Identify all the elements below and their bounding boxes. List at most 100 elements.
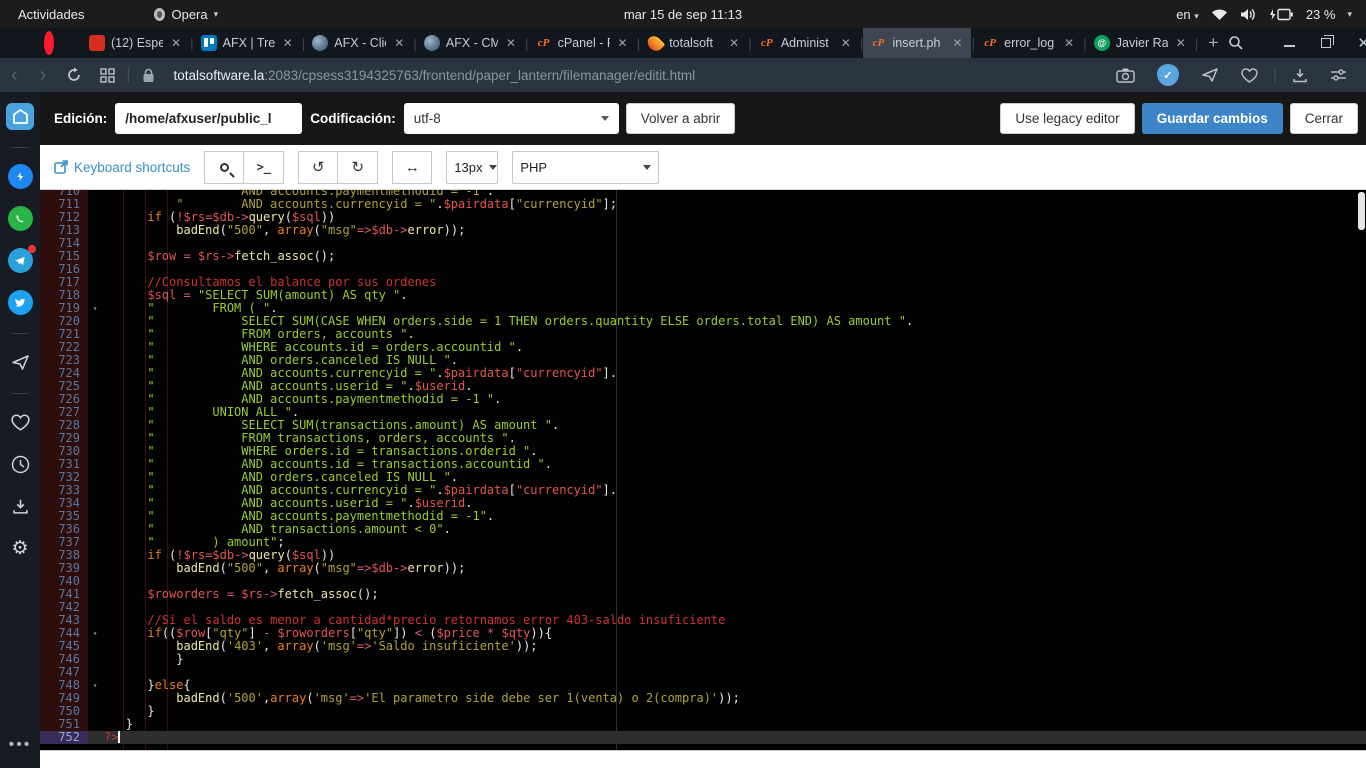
tab-close-icon[interactable]: ✕ — [839, 36, 853, 50]
keyboard-shortcuts-link[interactable]: Keyboard shortcuts — [54, 160, 190, 175]
close-button[interactable]: Cerrar — [1290, 103, 1358, 134]
line-number: 752 — [40, 731, 88, 744]
reopen-button[interactable]: Volver a abrir — [626, 103, 736, 134]
volume-icon[interactable] — [1240, 8, 1256, 21]
opera-logo-icon[interactable] — [44, 31, 54, 55]
address-bar: ‹ › | totalsoftware.la:2083/cpsess319432… — [0, 58, 1366, 92]
downloads-icon[interactable] — [1283, 68, 1317, 83]
browser-tab[interactable]: Javier Ra✕ — [1087, 28, 1195, 58]
code-line[interactable]: 749 badEnd('500',array('msg'=>'El parame… — [40, 692, 1366, 705]
system-menu-caret-icon[interactable]: ▾ — [1347, 9, 1352, 20]
system-clock[interactable]: mar 15 de sep 11:13 — [0, 7, 1366, 22]
legacy-editor-button[interactable]: Use legacy editor — [1000, 103, 1134, 134]
sidebar-messenger-icon[interactable] — [6, 163, 34, 190]
browser-tab[interactable]: AFX - CM✕ — [417, 28, 525, 58]
code-line[interactable]: 715 $row = $rs->fetch_assoc(); — [40, 250, 1366, 263]
opera-sidebar: ⚙ ••• — [0, 92, 40, 768]
tab-close-icon[interactable]: ✕ — [950, 36, 964, 50]
url-text[interactable]: totalsoftware.la:2083/cpsess3194325763/f… — [174, 68, 696, 83]
sidebar-more-dots-icon[interactable]: ••• — [6, 731, 34, 758]
code-line[interactable]: 751 } — [40, 718, 1366, 731]
tab-close-icon[interactable]: ✕ — [169, 36, 183, 50]
syntax-mode-select[interactable]: PHP — [512, 151, 659, 184]
window-close-button[interactable]: ✕ — [1357, 34, 1366, 52]
tab-close-icon[interactable]: ✕ — [616, 36, 630, 50]
reload-button[interactable] — [57, 67, 91, 83]
file-path-input[interactable] — [115, 103, 302, 134]
font-size-select[interactable]: 13px — [446, 151, 498, 184]
encoding-select[interactable]: utf-8 — [404, 103, 619, 134]
tab-close-icon[interactable]: ✕ — [727, 36, 741, 50]
cpanel-favicon-icon: cP — [759, 35, 775, 51]
browser-tab[interactable]: totalsoft✕ — [640, 28, 748, 58]
redo-button[interactable]: ↻ — [338, 151, 378, 184]
chat-favicon-icon — [1094, 35, 1110, 51]
code-line[interactable]: 745 badEnd('403', array('msg'=>'Saldo in… — [40, 640, 1366, 653]
sidebar-speed-dial-icon[interactable] — [6, 103, 34, 130]
browser-tab[interactable]: cPerror_log✕ — [975, 28, 1083, 58]
browser-tab[interactable]: cPcPanel - F✕ — [529, 28, 637, 58]
keyboard-layout-indicator[interactable]: en ▾ — [1176, 7, 1199, 22]
browser-tab[interactable]: AFX | Tre✕ — [194, 28, 302, 58]
tab-close-icon[interactable]: ✕ — [504, 36, 518, 50]
snapshot-camera-icon[interactable] — [1107, 68, 1144, 83]
tab-title: Administ — [781, 36, 833, 50]
lock-icon[interactable] — [133, 68, 164, 83]
browser-tab[interactable]: (12) Espe✕ — [82, 28, 190, 58]
editor-scrollbar-thumb[interactable] — [1358, 192, 1365, 230]
tab-close-icon[interactable]: ✕ — [1062, 36, 1076, 50]
fold-gutter — [88, 224, 102, 237]
sidebar-divider — [12, 393, 28, 394]
sidebar-bookmarks-heart-icon[interactable] — [6, 409, 34, 436]
code-editor-area[interactable]: 710 " AND accounts.paymentmethodid = -1"… — [40, 190, 1366, 750]
sidebar-whatsapp-icon[interactable] — [6, 205, 34, 232]
sidebar-history-clock-icon[interactable] — [6, 451, 34, 478]
tab-close-icon[interactable]: ✕ — [281, 36, 295, 50]
code-line[interactable]: 739 badEnd("500", array("msg"=>$db->erro… — [40, 562, 1366, 575]
fold-arrow-icon[interactable]: ▾ — [88, 627, 102, 640]
battery-percentage: 23 % — [1306, 7, 1336, 22]
terminal-button[interactable]: >_ — [244, 151, 284, 184]
wifi-icon[interactable] — [1211, 8, 1228, 21]
word-wrap-button[interactable]: ↔ — [392, 151, 432, 184]
flame-favicon-icon — [645, 33, 666, 54]
fold-gutter — [88, 211, 102, 224]
back-button[interactable]: ‹ — [0, 65, 29, 85]
bookmark-heart-icon[interactable] — [1232, 68, 1267, 83]
fold-arrow-icon[interactable]: ▾ — [88, 679, 102, 692]
fold-arrow-icon[interactable]: ▾ — [88, 302, 102, 315]
tab-close-icon[interactable]: ✕ — [1174, 36, 1188, 50]
forward-button[interactable]: › — [29, 65, 58, 85]
speed-dial-tiles-icon[interactable] — [91, 68, 124, 83]
code-line[interactable]: 741 $roworders = $rs->fetch_assoc(); — [40, 588, 1366, 601]
new-tab-button[interactable]: + — [1208, 33, 1218, 53]
edit-label: Edición: — [54, 111, 107, 126]
code-line[interactable]: 746 } — [40, 653, 1366, 666]
undo-button[interactable]: ↺ — [298, 151, 338, 184]
sidebar-twitter-icon[interactable] — [6, 289, 34, 316]
code-line[interactable]: 752?> — [40, 731, 1366, 744]
window-minimize-button[interactable] — [1284, 39, 1295, 47]
window-maximize-button[interactable] — [1321, 38, 1331, 48]
sidebar-telegram-icon[interactable] — [6, 247, 34, 274]
save-changes-button[interactable]: Guardar cambios — [1142, 103, 1283, 134]
code-line[interactable]: 713 badEnd("500", array("msg"=>$db->erro… — [40, 224, 1366, 237]
fold-gutter — [88, 458, 102, 471]
code-line[interactable]: 747 — [40, 666, 1366, 679]
browser-tab[interactable]: cP Administ ✕ — [752, 28, 860, 58]
my-flow-send-icon[interactable] — [1192, 67, 1228, 83]
tab-close-icon[interactable]: ✕ — [392, 36, 406, 50]
vpn-shield-badge-icon[interactable]: ✓ — [1148, 64, 1188, 86]
browser-tab[interactable]: cPinsert.ph✕ — [863, 28, 971, 58]
fold-gutter — [88, 250, 102, 263]
sidebar-downloads-icon[interactable] — [6, 493, 34, 520]
tab-search-icon[interactable] — [1228, 35, 1244, 51]
sidebar-my-flow-icon[interactable] — [6, 349, 34, 376]
tab-strip: (12) Espe✕|AFX | Tre✕|AFX - Clie✕|AFX - … — [82, 28, 1228, 58]
easy-setup-sliders-icon[interactable] — [1321, 68, 1356, 82]
browser-tab[interactable]: AFX - Clie✕ — [305, 28, 413, 58]
code-line[interactable]: 750 } — [40, 705, 1366, 718]
battery-charging-icon[interactable] — [1268, 8, 1294, 21]
search-button[interactable] — [204, 151, 244, 184]
sidebar-settings-gear-icon[interactable]: ⚙ — [6, 535, 34, 562]
